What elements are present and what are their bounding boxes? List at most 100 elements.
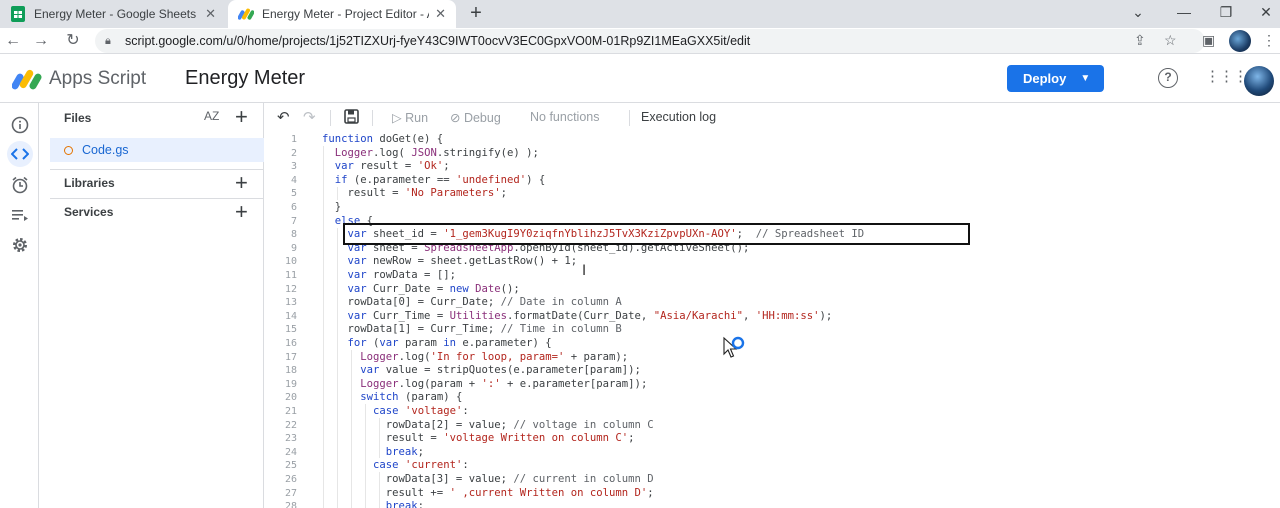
line-number: 10 bbox=[284, 256, 297, 268]
close-tab-icon[interactable]: ✕ bbox=[205, 6, 216, 22]
code-line[interactable]: 1 function doGet(e) { bbox=[265, 133, 1280, 147]
file-status-icon bbox=[64, 145, 73, 155]
forward-icon[interactable]: → bbox=[30, 30, 52, 52]
save-icon[interactable] bbox=[344, 109, 359, 128]
add-file-button[interactable]: + bbox=[235, 104, 248, 130]
tab-google-sheets[interactable]: Energy Meter - Google Sheets ✕ bbox=[0, 0, 226, 28]
function-select[interactable]: No functions bbox=[530, 110, 599, 124]
code-line[interactable]: 28 break; bbox=[265, 500, 1280, 508]
url-text: script.google.com/u/0/home/projects/1j52… bbox=[125, 34, 751, 48]
run-label: Run bbox=[405, 111, 429, 125]
editor-code-icon[interactable] bbox=[7, 141, 33, 167]
code-line[interactable]: 21 case 'voltage': bbox=[265, 405, 1280, 419]
triggers-alarm-icon[interactable] bbox=[7, 172, 33, 198]
add-library-button[interactable]: + bbox=[235, 170, 248, 196]
code-line[interactable]: 3 var result = 'Ok'; bbox=[265, 160, 1280, 174]
undo-icon[interactable]: ↶ bbox=[277, 108, 290, 126]
code-line[interactable]: 17 Logger.log('In for loop, param=' + pa… bbox=[265, 351, 1280, 365]
caret-down-icon: ▼ bbox=[1080, 73, 1091, 84]
services-heading[interactable]: Services bbox=[64, 205, 113, 219]
project-title[interactable]: Energy Meter bbox=[185, 67, 305, 90]
code-text: Logger.log('In for loop, param=' + param… bbox=[360, 350, 629, 363]
tab-project-editor[interactable]: Energy Meter - Project Editor - A ✕ bbox=[228, 0, 456, 28]
address-bar[interactable]: 🔒︎ script.google.com/u/0/home/projects/1… bbox=[95, 29, 1205, 53]
code-text: for (var param in e.parameter) { bbox=[347, 337, 552, 349]
code-line[interactable]: 24 break; bbox=[265, 446, 1280, 460]
executions-list-icon[interactable] bbox=[7, 202, 33, 228]
line-number: 27 bbox=[284, 487, 297, 499]
line-number: 17 bbox=[284, 351, 297, 363]
code-text: break; bbox=[385, 445, 425, 458]
code-text: var result = 'Ok'; bbox=[334, 160, 450, 173]
line-number: 26 bbox=[284, 474, 297, 485]
side-panel-icon[interactable]: ▣ bbox=[1202, 32, 1215, 49]
minimize-icon[interactable]: — bbox=[1174, 4, 1194, 20]
tab-search-icon[interactable]: ⌄ bbox=[1128, 4, 1148, 21]
code-line[interactable]: 27 result += ' ,current Written on colum… bbox=[265, 487, 1280, 501]
code-line[interactable]: 14 var Curr_Time = Utilities.formatDate(… bbox=[265, 310, 1280, 324]
code-line[interactable]: 12 var Curr_Date = new Date(); bbox=[265, 283, 1280, 297]
code-text: rowData[3] = value; // current in column… bbox=[322, 473, 654, 485]
sheets-icon bbox=[10, 6, 26, 22]
close-tab-icon[interactable]: ✕ bbox=[435, 6, 446, 22]
line-number: 25 bbox=[284, 460, 297, 472]
share-icon[interactable]: ⇪ bbox=[1134, 32, 1146, 49]
execution-log-button[interactable]: Execution log bbox=[641, 110, 716, 124]
run-button[interactable]: ▷ Run bbox=[392, 110, 428, 125]
code-text: var rowData = []; bbox=[347, 269, 456, 281]
code-line[interactable]: 23 result = 'voltage Written on column C… bbox=[265, 432, 1280, 446]
code-line[interactable]: 15 rowData[1] = Curr_Time; // Time in co… bbox=[265, 323, 1280, 337]
app-name[interactable]: Apps Script bbox=[49, 68, 146, 90]
left-nav-rail bbox=[0, 103, 39, 508]
tab-title: Energy Meter - Google Sheets bbox=[34, 7, 197, 21]
code-line[interactable]: 16 for (var param in e.parameter) { bbox=[265, 337, 1280, 351]
code-line[interactable]: 25 case 'current': bbox=[265, 459, 1280, 473]
browser-menu-icon[interactable]: ⋮ bbox=[1262, 32, 1276, 49]
code-text: case 'voltage': bbox=[373, 405, 469, 417]
add-service-button[interactable]: + bbox=[235, 199, 248, 225]
divider bbox=[330, 110, 331, 126]
code-line[interactable]: 10 var newRow = sheet.getLastRow() + 1; bbox=[265, 255, 1280, 269]
back-icon[interactable]: ← bbox=[2, 30, 24, 52]
help-icon[interactable]: ? bbox=[1158, 68, 1178, 88]
code-line[interactable]: 22 rowData[2] = value; // voltage in col… bbox=[265, 419, 1280, 433]
apps-script-logo-icon[interactable] bbox=[11, 67, 42, 91]
code-text: if (e.parameter == 'undefined') { bbox=[334, 173, 546, 186]
account-avatar[interactable] bbox=[1244, 66, 1274, 96]
code-line[interactable]: 19 Logger.log(param + ':' + e.parameter[… bbox=[265, 378, 1280, 392]
bookmark-star-icon[interactable]: ☆ bbox=[1164, 32, 1177, 49]
code-line[interactable]: 5 result = 'No Parameters'; bbox=[265, 187, 1280, 201]
code-line[interactable]: 13 rowData[0] = Curr_Date; // Date in co… bbox=[265, 296, 1280, 310]
line-number: 15 bbox=[284, 324, 297, 336]
file-item-code-gs[interactable]: Code.gs bbox=[50, 138, 264, 162]
maximize-icon[interactable]: ❐ bbox=[1216, 4, 1236, 21]
code-text: Logger.log( JSON.stringify(e) ); bbox=[334, 146, 539, 159]
tab-title: Energy Meter - Project Editor - A bbox=[262, 7, 430, 21]
code-text: function doGet(e) { bbox=[322, 133, 444, 145]
overview-info-icon[interactable] bbox=[7, 112, 33, 138]
code-line[interactable]: 6 } bbox=[265, 201, 1280, 215]
lock-icon: 🔒︎ bbox=[105, 34, 111, 47]
redo-icon[interactable]: ↷ bbox=[303, 108, 316, 126]
deploy-button[interactable]: Deploy ▼ bbox=[1007, 65, 1104, 92]
apps-grid-icon[interactable]: ⋮⋮⋮ bbox=[1205, 67, 1248, 85]
code-line[interactable]: 18 var value = stripQuotes(e.parameter[p… bbox=[265, 364, 1280, 378]
libraries-heading[interactable]: Libraries bbox=[64, 176, 115, 190]
close-window-icon[interactable]: ✕ bbox=[1256, 4, 1276, 21]
code-line[interactable]: 4 if (e.parameter == 'undefined') { bbox=[265, 174, 1280, 188]
editor-toolbar: ↶ ↷ ▷ Run ⊘ Debug No functions Execution… bbox=[265, 103, 1280, 132]
new-tab-icon[interactable]: + bbox=[466, 3, 486, 24]
project-settings-gear-icon[interactable] bbox=[7, 232, 33, 258]
code-text: rowData[0] = Curr_Date; // Date in colum… bbox=[322, 296, 622, 309]
reload-icon[interactable]: ↻ bbox=[62, 30, 84, 52]
debug-button[interactable]: ⊘ Debug bbox=[450, 110, 501, 125]
code-line[interactable]: 26 rowData[3] = value; // current in col… bbox=[265, 473, 1280, 487]
code-line[interactable]: 11 var rowData = []; bbox=[265, 269, 1280, 283]
browser-profile-avatar[interactable] bbox=[1229, 30, 1251, 52]
code-text: break; bbox=[385, 500, 425, 508]
sort-files-az-icon[interactable]: AZ bbox=[204, 109, 219, 123]
code-editor[interactable]: 1 function doGet(e) {2 Logger.log( JSON.s… bbox=[265, 132, 1280, 508]
code-line[interactable]: 20 switch (param) { bbox=[265, 391, 1280, 405]
code-line[interactable]: 2 Logger.log( JSON.stringify(e) ); bbox=[265, 147, 1280, 161]
code-text: rowData[1] = Curr_Time; // Time in colum… bbox=[322, 323, 622, 336]
